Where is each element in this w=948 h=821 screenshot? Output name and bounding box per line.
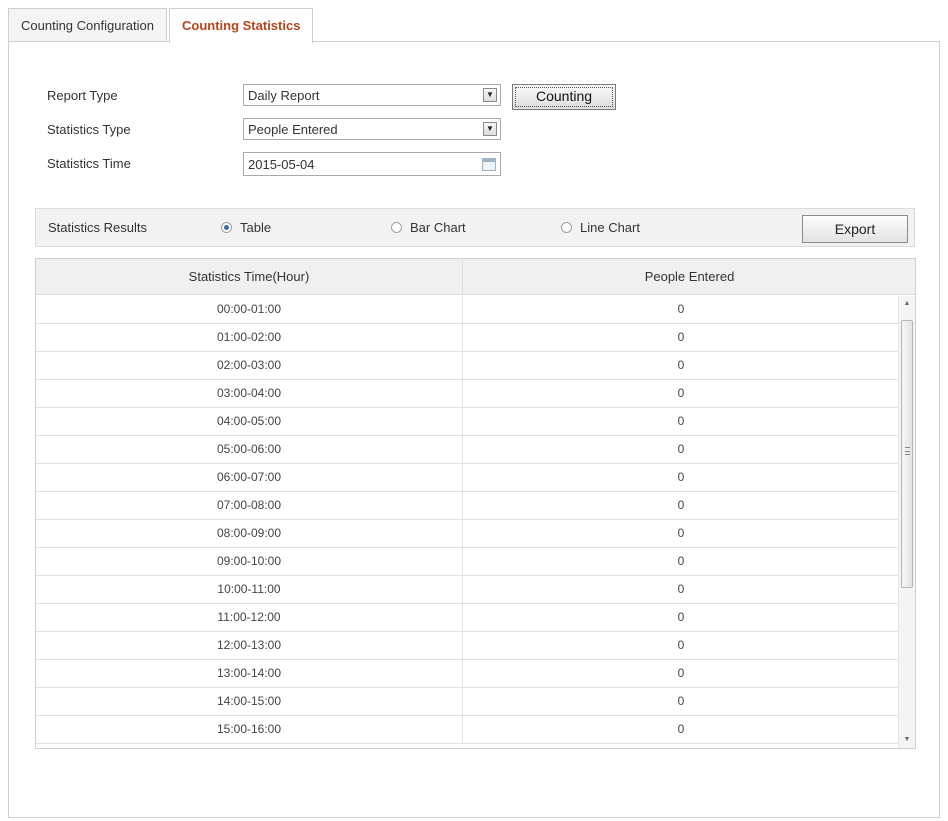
table-row[interactable]: 13:00-14:00 0 bbox=[36, 660, 898, 688]
radio-table[interactable]: Table bbox=[221, 220, 271, 235]
scroll-down-icon[interactable]: ▼ bbox=[899, 732, 915, 748]
table-row[interactable]: 09:00-10:00 0 bbox=[36, 548, 898, 576]
statistics-type-value: People Entered bbox=[248, 122, 338, 137]
cell-time: 09:00-10:00 bbox=[36, 548, 463, 575]
table-row[interactable]: 03:00-04:00 0 bbox=[36, 380, 898, 408]
table-row[interactable]: 12:00-13:00 0 bbox=[36, 632, 898, 660]
cell-time: 05:00-06:00 bbox=[36, 436, 463, 463]
statistics-panel: Report Type Daily Report ▼ Counting Stat… bbox=[8, 41, 940, 818]
column-header-people-entered: People Entered bbox=[644, 269, 735, 284]
cell-time: 15:00-16:00 bbox=[36, 716, 463, 743]
scrollbar-thumb[interactable] bbox=[901, 320, 913, 588]
export-button[interactable]: Export bbox=[802, 215, 908, 243]
statistics-time-label: Statistics Time bbox=[47, 156, 131, 171]
table-row[interactable]: 02:00-03:00 0 bbox=[36, 352, 898, 380]
table-row[interactable]: 14:00-15:00 0 bbox=[36, 688, 898, 716]
table-header: Statistics Time(Hour) People Entered bbox=[36, 259, 915, 295]
column-header-time: Statistics Time(Hour) bbox=[36, 259, 463, 295]
cell-people-entered: 0 bbox=[677, 414, 685, 428]
counting-button[interactable]: Counting bbox=[512, 84, 616, 110]
cell-time: 06:00-07:00 bbox=[36, 464, 463, 491]
cell-time: 10:00-11:00 bbox=[36, 576, 463, 603]
statistics-results-bar: Statistics Results Table Bar Chart Line … bbox=[35, 208, 915, 247]
table-row[interactable]: 01:00-02:00 0 bbox=[36, 324, 898, 352]
radio-unchecked-icon[interactable] bbox=[561, 222, 572, 233]
cell-people-entered: 0 bbox=[677, 302, 685, 316]
statistics-table: Statistics Time(Hour) People Entered 00:… bbox=[35, 258, 916, 749]
cell-time: 13:00-14:00 bbox=[36, 660, 463, 687]
report-type-select[interactable]: Daily Report ▼ bbox=[243, 84, 501, 106]
radio-line-chart-label: Line Chart bbox=[580, 220, 640, 235]
cell-people-entered: 0 bbox=[677, 470, 685, 484]
radio-line-chart[interactable]: Line Chart bbox=[561, 220, 640, 235]
radio-bar-chart-label: Bar Chart bbox=[410, 220, 466, 235]
tab-counting-statistics[interactable]: Counting Statistics bbox=[168, 8, 314, 43]
cell-time: 04:00-05:00 bbox=[36, 408, 463, 435]
report-type-value: Daily Report bbox=[248, 88, 320, 103]
cell-people-entered: 0 bbox=[677, 582, 685, 596]
tab-counting-configuration[interactable]: Counting Configuration bbox=[8, 8, 167, 41]
table-row[interactable]: 07:00-08:00 0 bbox=[36, 492, 898, 520]
statistics-time-input[interactable]: 2015-05-04 bbox=[243, 152, 501, 176]
cell-people-entered: 0 bbox=[677, 498, 685, 512]
cell-people-entered: 0 bbox=[677, 610, 685, 624]
cell-time: 14:00-15:00 bbox=[36, 688, 463, 715]
cell-people-entered: 0 bbox=[677, 386, 685, 400]
scroll-up-icon[interactable]: ▲ bbox=[899, 296, 915, 312]
cell-people-entered: 0 bbox=[677, 694, 685, 708]
cell-time: 08:00-09:00 bbox=[36, 520, 463, 547]
report-type-label: Report Type bbox=[47, 88, 118, 103]
table-row[interactable]: 15:00-16:00 0 bbox=[36, 716, 898, 744]
cell-people-entered: 0 bbox=[677, 666, 685, 680]
grip-icon bbox=[905, 447, 910, 455]
table-row[interactable]: 05:00-06:00 0 bbox=[36, 436, 898, 464]
cell-time: 02:00-03:00 bbox=[36, 352, 463, 379]
chevron-down-icon[interactable]: ▼ bbox=[483, 88, 497, 102]
cell-people-entered: 0 bbox=[677, 638, 685, 652]
cell-people-entered: 0 bbox=[677, 330, 685, 344]
cell-time: 01:00-02:00 bbox=[36, 324, 463, 351]
table-body: 00:00-01:00 0 01:00-02:00 0 02:00-03:00 0 03:0… bbox=[36, 296, 898, 744]
cell-people-entered: 0 bbox=[677, 442, 685, 456]
radio-table-label: Table bbox=[240, 220, 272, 235]
vertical-scrollbar[interactable]: ▲ ▼ bbox=[898, 296, 915, 748]
statistics-results-label: Statistics Results bbox=[48, 220, 147, 235]
cell-time: 07:00-08:00 bbox=[36, 492, 463, 519]
cell-time: 11:00-12:00 bbox=[36, 604, 463, 631]
table-row[interactable]: 10:00-11:00 0 bbox=[36, 576, 898, 604]
cell-people-entered: 0 bbox=[677, 554, 685, 568]
table-row[interactable]: 04:00-05:00 0 bbox=[36, 408, 898, 436]
calendar-icon[interactable] bbox=[482, 158, 496, 171]
cell-time: 00:00-01:00 bbox=[36, 296, 463, 323]
radio-unchecked-icon[interactable] bbox=[391, 222, 402, 233]
cell-people-entered: 0 bbox=[677, 526, 685, 540]
table-row[interactable]: 08:00-09:00 0 bbox=[36, 520, 898, 548]
cell-time: 12:00-13:00 bbox=[36, 632, 463, 659]
radio-checked-icon[interactable] bbox=[221, 222, 232, 233]
table-row[interactable]: 06:00-07:00 0 bbox=[36, 464, 898, 492]
statistics-type-select[interactable]: People Entered ▼ bbox=[243, 118, 501, 140]
radio-bar-chart[interactable]: Bar Chart bbox=[391, 220, 466, 235]
tab-bar: Counting Configuration Counting Statisti… bbox=[8, 8, 315, 43]
table-row[interactable]: 00:00-01:00 0 bbox=[36, 296, 898, 324]
chevron-down-icon[interactable]: ▼ bbox=[483, 122, 497, 136]
statistics-time-value: 2015-05-04 bbox=[248, 157, 315, 172]
cell-time: 03:00-04:00 bbox=[36, 380, 463, 407]
cell-people-entered: 0 bbox=[677, 358, 685, 372]
cell-people-entered: 0 bbox=[677, 722, 685, 736]
statistics-type-label: Statistics Type bbox=[47, 122, 131, 137]
table-row[interactable]: 11:00-12:00 0 bbox=[36, 604, 898, 632]
